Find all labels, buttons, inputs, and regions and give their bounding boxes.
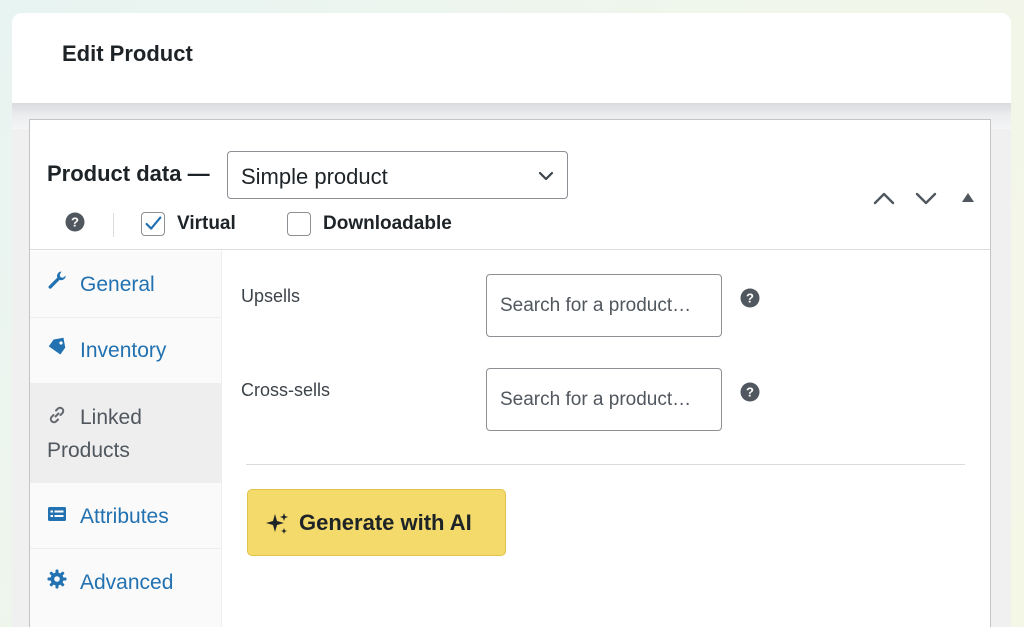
tab-inventory[interactable]: Inventory xyxy=(30,318,221,384)
tab-label: Advanced xyxy=(80,571,174,594)
downloadable-checkbox[interactable] xyxy=(287,212,311,236)
help-icon[interactable]: ? xyxy=(740,288,760,308)
help-icon[interactable]: ? xyxy=(740,382,760,402)
chevron-down-icon xyxy=(538,171,554,181)
downloadable-label: Downloadable xyxy=(323,213,452,234)
tab-linked-products[interactable]: Linked Products xyxy=(30,384,221,483)
tab-label: Linked Products xyxy=(47,406,142,462)
tab-label: Attributes xyxy=(80,505,169,528)
tab-attributes[interactable]: Attributes xyxy=(30,483,221,549)
checkmark-icon xyxy=(145,216,162,230)
tab-general[interactable]: General xyxy=(30,251,221,318)
virtual-checkbox[interactable] xyxy=(141,212,165,236)
product-type-select[interactable]: Simple product xyxy=(227,151,568,199)
product-data-header: Product data — Simple product ? Virtual … xyxy=(30,120,990,250)
chevron-down-icon[interactable] xyxy=(914,190,938,206)
svg-text:?: ? xyxy=(71,215,79,230)
product-data-panel: Product data — Simple product ? Virtual … xyxy=(29,119,991,627)
tab-advanced[interactable]: Advanced xyxy=(30,549,221,615)
section-divider xyxy=(246,464,965,465)
generate-with-ai-button[interactable]: Generate with AI xyxy=(247,489,506,556)
tab-label: General xyxy=(80,273,155,296)
generate-with-ai-label: Generate with AI xyxy=(299,510,472,535)
gear-icon xyxy=(47,569,67,589)
chevron-up-icon[interactable] xyxy=(872,190,896,206)
edit-product-card: Edit Product Product data — Simple produ… xyxy=(12,13,1011,627)
help-icon[interactable]: ? xyxy=(65,212,85,232)
linked-products-content: Upsells ? Cross-sells ? Generate with AI xyxy=(222,251,990,627)
triangle-up-icon[interactable] xyxy=(961,192,975,203)
virtual-label: Virtual xyxy=(177,213,236,234)
sparkle-icon xyxy=(266,513,288,534)
upsells-search-input[interactable] xyxy=(486,274,722,337)
tab-label: Inventory xyxy=(80,339,167,362)
product-data-tabs: General Inventory Linked Products Attrib… xyxy=(30,251,222,627)
product-type-value: Simple product xyxy=(241,164,388,189)
wrench-icon xyxy=(48,271,66,289)
product-data-label: Product data — xyxy=(47,161,210,186)
tag-icon xyxy=(48,337,66,355)
svg-text:?: ? xyxy=(746,385,754,400)
divider xyxy=(113,213,114,237)
page-title: Edit Product xyxy=(62,41,193,66)
svg-text:?: ? xyxy=(746,291,754,306)
crosssells-label: Cross-sells xyxy=(241,380,331,400)
list-icon xyxy=(48,507,66,521)
upsells-label: Upsells xyxy=(241,286,301,306)
page-header: Edit Product xyxy=(12,13,1011,103)
crosssells-search-input[interactable] xyxy=(486,368,722,431)
